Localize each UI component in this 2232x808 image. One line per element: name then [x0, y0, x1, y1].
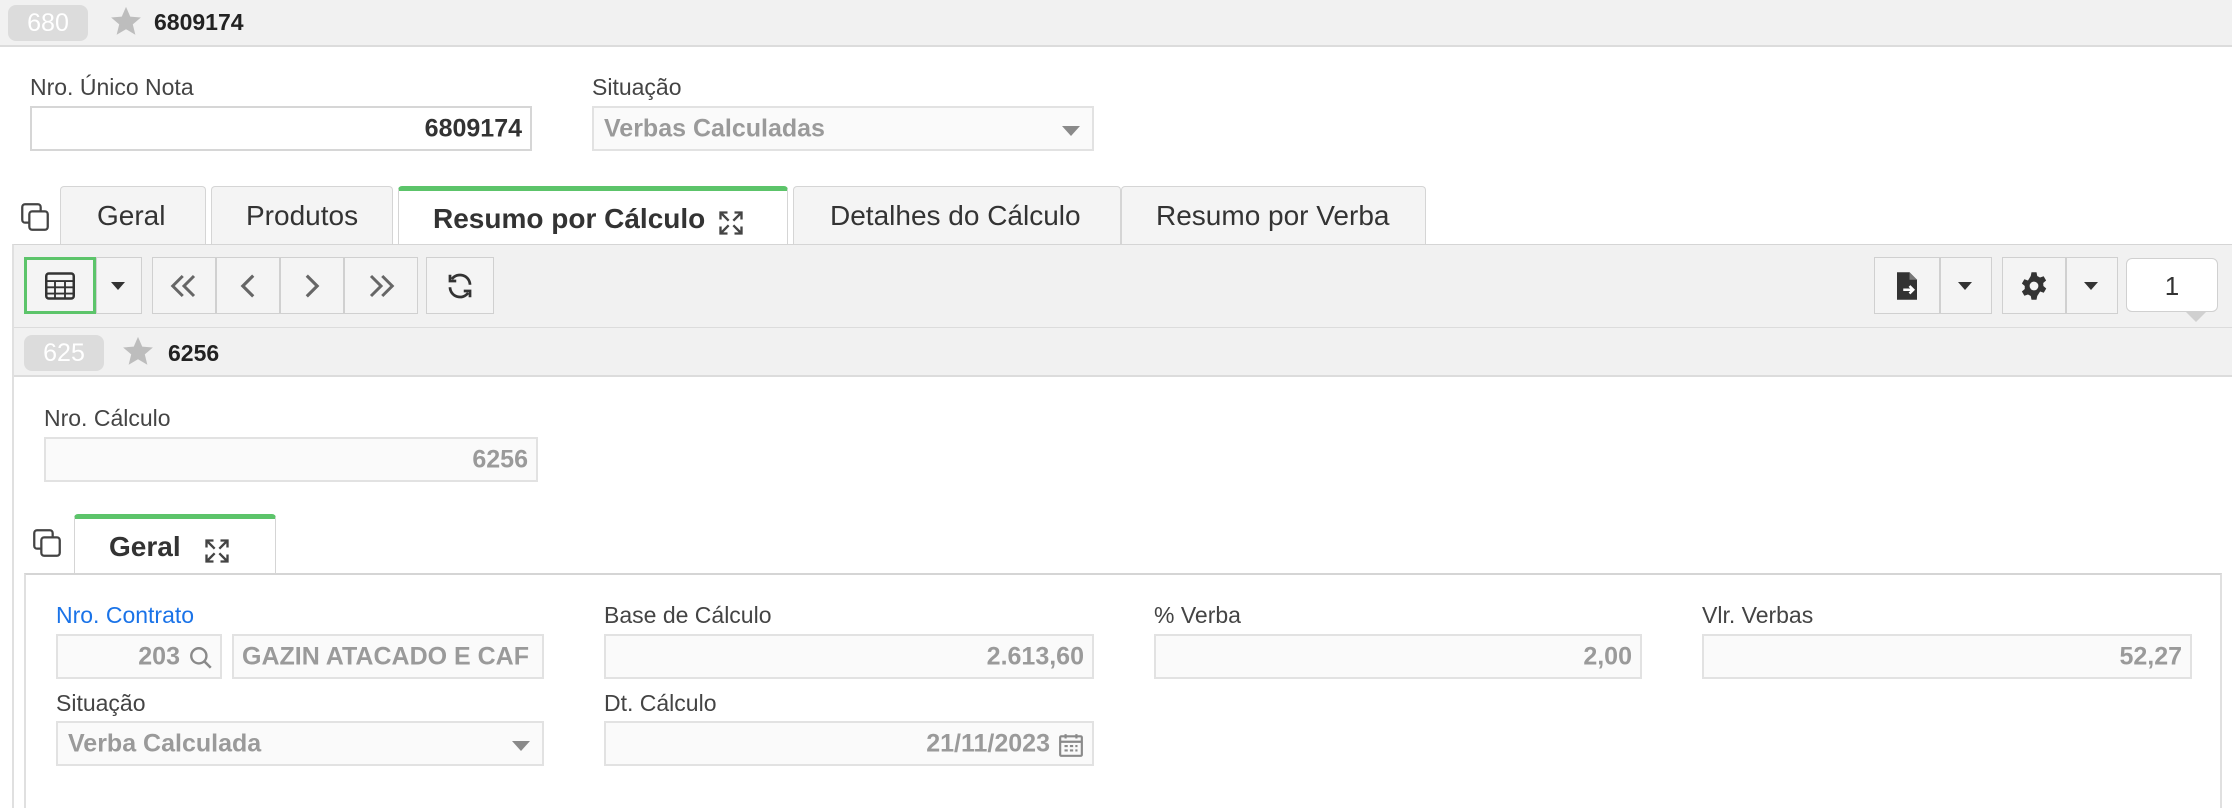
nro-calculo-label: Nro. Cálculo: [44, 405, 171, 431]
favorite-star-icon[interactable]: [108, 4, 144, 38]
caret-down-icon: [1958, 282, 1972, 290]
gear-icon: [2021, 271, 2047, 300]
tab-geral[interactable]: Geral: [60, 186, 206, 244]
expand-icon[interactable]: [203, 537, 231, 565]
nro-calculo-value: 6256: [472, 445, 528, 473]
detail-situacao-select[interactable]: Verba Calculada: [56, 721, 544, 766]
nro-contrato-value: 203: [138, 642, 180, 670]
sub-record-id: 6256: [168, 340, 220, 366]
tab-produtos[interactable]: Produtos: [211, 186, 393, 244]
situacao-value: Verbas Calculadas: [604, 114, 825, 142]
search-icon[interactable]: [188, 645, 214, 671]
record-count-badge: 680: [8, 5, 88, 41]
last-record-button[interactable]: [344, 257, 418, 314]
next-record-button[interactable]: [280, 257, 344, 314]
tab-label: Detalhes do Cálculo: [830, 199, 1081, 231]
page-indicator-pointer: [2186, 312, 2206, 322]
tab-label: Resumo por Cálculo: [433, 202, 706, 234]
copy-icon[interactable]: [18, 200, 52, 234]
table-icon: [45, 271, 75, 300]
tab-label: Geral: [109, 530, 181, 562]
view-options-dropdown[interactable]: [96, 257, 142, 314]
file-export-icon: [1897, 271, 1917, 300]
export-button[interactable]: [1874, 257, 1940, 314]
vlr-verbas-field[interactable]: 52,27: [1702, 634, 2192, 679]
nro-contrato-field[interactable]: 203: [56, 634, 222, 679]
double-chevron-left-icon: [170, 274, 196, 297]
calendar-icon[interactable]: [1058, 732, 1084, 758]
nro-unico-nota-label: Nro. Único Nota: [30, 74, 194, 100]
dt-calculo-value: 21/11/2023: [926, 729, 1050, 757]
base-calculo-field[interactable]: 2.613,60: [604, 634, 1094, 679]
base-calculo-label: Base de Cálculo: [604, 602, 772, 628]
first-record-button[interactable]: [152, 257, 216, 314]
verba-percent-field[interactable]: 2,00: [1154, 634, 1642, 679]
base-calculo-value: 2.613,60: [986, 642, 1084, 670]
chevron-left-icon: [240, 273, 255, 298]
contrato-nome-value: GAZIN ATACADO E CAF: [242, 642, 530, 670]
subtab-content-panel: [24, 573, 2222, 808]
detail-situacao-label: Situação: [56, 690, 146, 716]
tab-detalhes-do-calculo[interactable]: Detalhes do Cálculo: [793, 186, 1121, 244]
record-id: 6809174: [154, 9, 244, 35]
page-number-indicator: 1: [2126, 258, 2218, 312]
grid-view-button[interactable]: [24, 257, 96, 314]
situacao-label: Situação: [592, 74, 682, 100]
caret-down-icon: [2084, 282, 2098, 290]
settings-button[interactable]: [2002, 257, 2066, 314]
verba-percent-value: 2,00: [1583, 642, 1632, 670]
vlr-verbas-label: Vlr. Verbas: [1702, 602, 1814, 628]
vlr-verbas-value: 52,27: [2119, 642, 2182, 670]
tab-resumo-por-verba[interactable]: Resumo por Verba: [1121, 186, 1426, 244]
nro-unico-nota-field[interactable]: 6809174: [30, 106, 532, 151]
tab-label: Produtos: [246, 199, 359, 231]
settings-dropdown[interactable]: [2066, 257, 2118, 314]
chevron-right-icon: [305, 273, 320, 298]
chevron-down-icon: [512, 741, 530, 751]
export-dropdown[interactable]: [1940, 257, 1992, 314]
record-header: 680 6809174: [0, 0, 2232, 47]
sub-record-count-badge: 625: [24, 335, 104, 371]
expand-icon[interactable]: [717, 209, 745, 237]
favorite-star-icon[interactable]: [120, 334, 156, 368]
nro-unico-nota-value: 6809174: [424, 114, 522, 142]
dt-calculo-field[interactable]: 21/11/2023: [604, 721, 1094, 766]
previous-record-button[interactable]: [216, 257, 280, 314]
copy-icon[interactable]: [30, 526, 64, 560]
detail-situacao-value: Verba Calculada: [68, 729, 262, 757]
nro-contrato-link[interactable]: Nro. Contrato: [56, 602, 194, 629]
situacao-select[interactable]: Verbas Calculadas: [592, 106, 1094, 151]
caret-down-icon: [111, 282, 125, 290]
subtab-geral[interactable]: Geral: [74, 514, 276, 574]
nro-calculo-field[interactable]: 6256: [44, 437, 538, 482]
refresh-button[interactable]: [426, 257, 494, 314]
refresh-icon: [448, 273, 472, 298]
chevron-down-icon: [1062, 126, 1080, 136]
tab-label: Resumo por Verba: [1156, 199, 1390, 231]
contrato-nome-field[interactable]: GAZIN ATACADO E CAF: [232, 634, 544, 679]
sub-record-header: 625 6256: [14, 327, 2232, 377]
tab-resumo-por-calculo[interactable]: Resumo por Cálculo: [398, 186, 788, 246]
verba-percent-label: % Verba: [1154, 602, 1241, 628]
dt-calculo-label: Dt. Cálculo: [604, 690, 717, 716]
tab-label: Geral: [97, 199, 166, 231]
double-chevron-right-icon: [369, 274, 395, 297]
